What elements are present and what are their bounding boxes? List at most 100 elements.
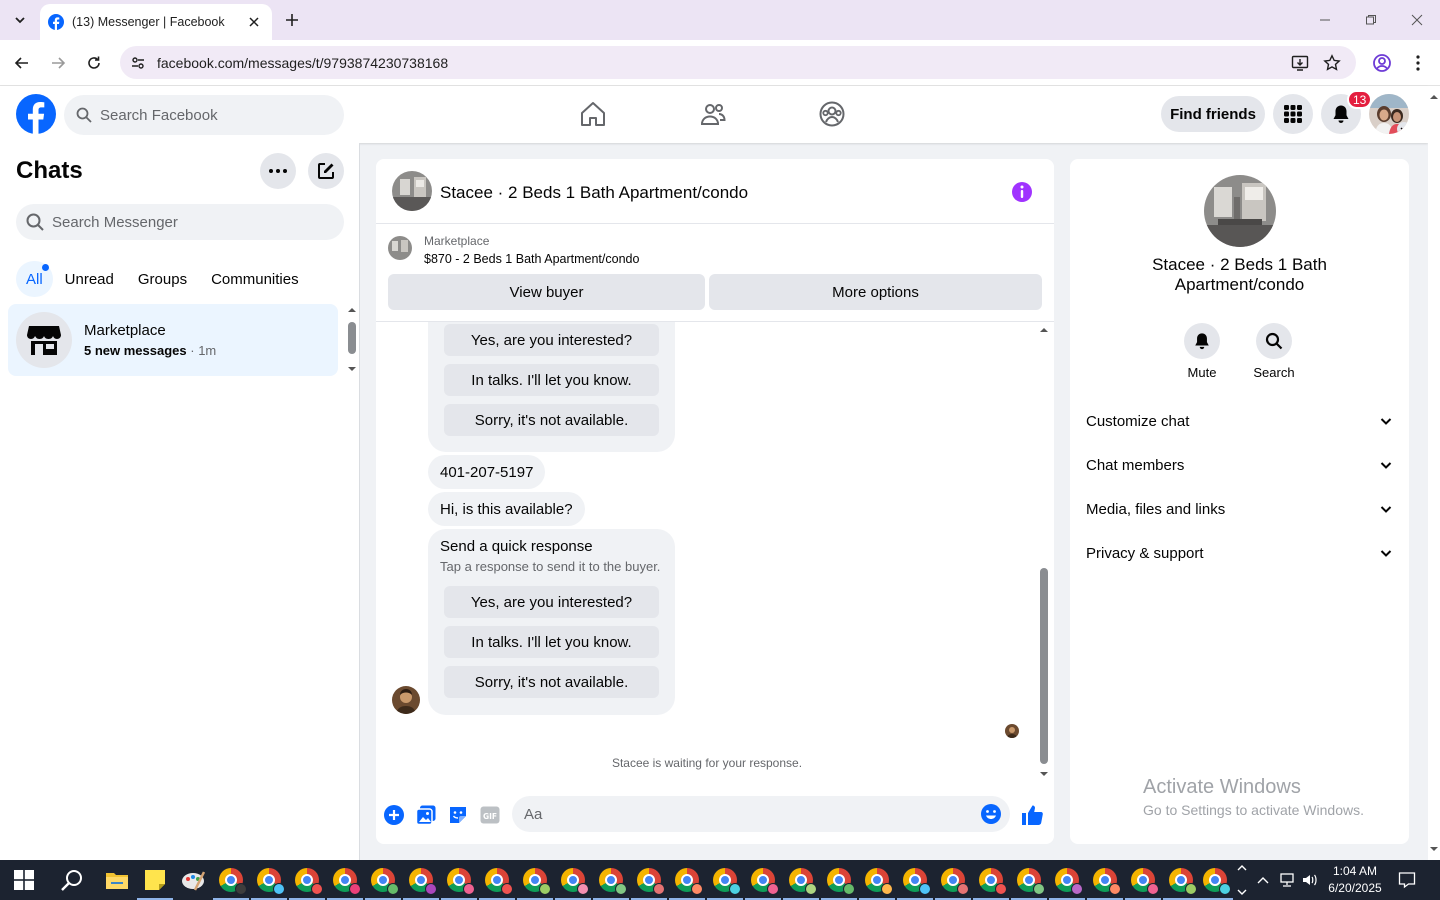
filter-communities[interactable]: Communities bbox=[199, 261, 311, 297]
chrome-icon-7[interactable] bbox=[441, 868, 477, 900]
chrome-icon-11[interactable] bbox=[593, 868, 629, 900]
listing-thumbnail[interactable] bbox=[388, 236, 412, 260]
contact-avatar[interactable] bbox=[392, 171, 432, 211]
chrome-icon-27[interactable] bbox=[1197, 868, 1233, 900]
back-arrow-icon[interactable] bbox=[11, 52, 33, 74]
messenger-search-input[interactable] bbox=[52, 204, 332, 240]
chevron-down-icon[interactable] bbox=[1397, 122, 1409, 134]
message-input[interactable] bbox=[524, 796, 964, 832]
section-privacy-support[interactable]: Privacy & support bbox=[1086, 533, 1393, 573]
windows-start-icon[interactable] bbox=[14, 870, 34, 890]
chrome-icon-4[interactable] bbox=[327, 868, 363, 900]
system-clock[interactable]: 1:04 AM 6/20/2025 bbox=[1322, 863, 1388, 897]
section-media-files-links[interactable]: Media, files and links bbox=[1086, 489, 1393, 529]
chat-list-item[interactable]: Marketplace 5 new messages · 1m bbox=[8, 304, 338, 376]
chrome-icon-14[interactable] bbox=[707, 868, 743, 900]
tab-search-chevron-icon[interactable] bbox=[8, 8, 32, 32]
chrome-icon-6[interactable] bbox=[403, 868, 439, 900]
chrome-icon-16[interactable] bbox=[783, 868, 819, 900]
messenger-search-box[interactable] bbox=[16, 204, 344, 240]
quick-reply-not-available[interactable]: Sorry, it's not available. bbox=[444, 404, 659, 436]
info-icon[interactable] bbox=[1010, 180, 1034, 204]
chrome-icon-18[interactable] bbox=[859, 868, 895, 900]
chrome-icon-23[interactable] bbox=[1049, 868, 1085, 900]
account-avatar[interactable] bbox=[1369, 94, 1409, 134]
chrome-icon-5[interactable] bbox=[365, 868, 401, 900]
thumbs-up-like-icon[interactable] bbox=[1020, 803, 1044, 827]
facebook-search-box[interactable] bbox=[64, 95, 344, 135]
quick-reply-interested[interactable]: Yes, are you interested? bbox=[444, 586, 659, 618]
network-icon[interactable] bbox=[1277, 870, 1297, 890]
chrome-icon-17[interactable] bbox=[821, 868, 857, 900]
minimize-window-icon[interactable] bbox=[1315, 10, 1335, 30]
section-chat-members[interactable]: Chat members bbox=[1086, 445, 1393, 485]
new-message-compose-icon[interactable] bbox=[308, 153, 344, 189]
chrome-icon-2[interactable] bbox=[251, 868, 287, 900]
chrome-icon-3[interactable] bbox=[289, 868, 325, 900]
site-settings-icon[interactable] bbox=[128, 53, 148, 73]
notification-center-icon[interactable] bbox=[1397, 870, 1417, 890]
view-buyer-button[interactable]: View buyer bbox=[388, 274, 705, 310]
chrome-icon-22[interactable] bbox=[1011, 868, 1047, 900]
plus-circle-icon[interactable] bbox=[383, 804, 405, 826]
conversation-title[interactable]: Stacee · 2 Beds 1 Bath Apartment/condo bbox=[440, 183, 748, 203]
sidebar-scrollbar[interactable] bbox=[345, 304, 359, 376]
find-friends-button[interactable]: Find friends bbox=[1161, 96, 1265, 132]
photo-attach-icon[interactable] bbox=[415, 804, 437, 826]
groups-icon[interactable] bbox=[818, 100, 846, 128]
filter-all[interactable]: All bbox=[16, 261, 53, 297]
quick-reply-interested[interactable]: Yes, are you interested? bbox=[444, 324, 659, 356]
restore-window-icon[interactable] bbox=[1361, 10, 1381, 30]
bookmark-star-icon[interactable] bbox=[1322, 53, 1342, 73]
close-window-icon[interactable] bbox=[1407, 10, 1427, 30]
filter-unread[interactable]: Unread bbox=[53, 261, 126, 297]
taskbar-scroll-arrows[interactable] bbox=[1236, 860, 1248, 900]
emoji-icon[interactable] bbox=[980, 803, 1002, 825]
conversation-scrollbar[interactable] bbox=[1038, 322, 1050, 784]
chrome-icon-24[interactable] bbox=[1087, 868, 1123, 900]
sender-avatar[interactable] bbox=[392, 686, 420, 714]
chrome-icon-20[interactable] bbox=[935, 868, 971, 900]
home-icon[interactable] bbox=[579, 100, 607, 128]
facebook-search-input[interactable] bbox=[100, 95, 330, 135]
taskbar-search-icon[interactable] bbox=[60, 869, 84, 893]
mute-action[interactable]: Mute bbox=[1172, 323, 1232, 380]
show-hidden-icons-chevron-icon[interactable] bbox=[1253, 870, 1273, 890]
url-text[interactable]: facebook.com/messages/t/9793874230738168 bbox=[157, 55, 448, 71]
browser-menu-icon[interactable] bbox=[1407, 52, 1429, 74]
quick-reply-in-talks[interactable]: In talks. I'll let you know. bbox=[444, 364, 659, 396]
new-tab-plus-icon[interactable] bbox=[282, 10, 302, 30]
sticky-notes-icon[interactable] bbox=[137, 868, 173, 900]
paint-app-icon[interactable] bbox=[181, 868, 206, 892]
chrome-icon-8[interactable] bbox=[479, 868, 515, 900]
search-action[interactable]: Search bbox=[1244, 323, 1304, 380]
chrome-icon-19[interactable] bbox=[897, 868, 933, 900]
chrome-icon-10[interactable] bbox=[555, 868, 591, 900]
file-explorer-icon[interactable] bbox=[105, 868, 129, 892]
profile-icon[interactable] bbox=[1371, 52, 1393, 74]
listing-title[interactable]: $870 - 2 Beds 1 Bath Apartment/condo bbox=[424, 252, 639, 266]
quick-reply-in-talks[interactable]: In talks. I'll let you know. bbox=[444, 626, 659, 658]
chrome-icon-26[interactable] bbox=[1163, 868, 1199, 900]
volume-icon[interactable] bbox=[1300, 870, 1320, 890]
chrome-icon-15[interactable] bbox=[745, 868, 781, 900]
chrome-icon-25[interactable] bbox=[1125, 868, 1161, 900]
more-options-icon[interactable] bbox=[260, 153, 296, 189]
more-options-button[interactable]: More options bbox=[709, 274, 1042, 310]
message-bubble-question[interactable]: Hi, is this available? bbox=[428, 492, 585, 526]
reload-icon[interactable] bbox=[83, 52, 105, 74]
chrome-icon-1[interactable] bbox=[213, 868, 249, 900]
message-input-box[interactable] bbox=[512, 796, 1010, 832]
section-customize-chat[interactable]: Customize chat bbox=[1086, 401, 1393, 441]
install-app-icon[interactable] bbox=[1290, 53, 1310, 73]
gif-icon[interactable]: GIF bbox=[479, 804, 501, 826]
close-tab-icon[interactable] bbox=[246, 14, 262, 30]
chrome-icon-12[interactable] bbox=[631, 868, 667, 900]
contact-avatar-large[interactable] bbox=[1204, 175, 1276, 247]
chrome-icon-13[interactable] bbox=[669, 868, 705, 900]
sticker-icon[interactable] bbox=[447, 804, 469, 826]
page-scrollbar[interactable] bbox=[1428, 86, 1440, 860]
forward-arrow-icon[interactable] bbox=[47, 52, 69, 74]
message-bubble-phone[interactable]: 401-207-5197 bbox=[428, 455, 546, 489]
chrome-icon-21[interactable] bbox=[973, 868, 1009, 900]
